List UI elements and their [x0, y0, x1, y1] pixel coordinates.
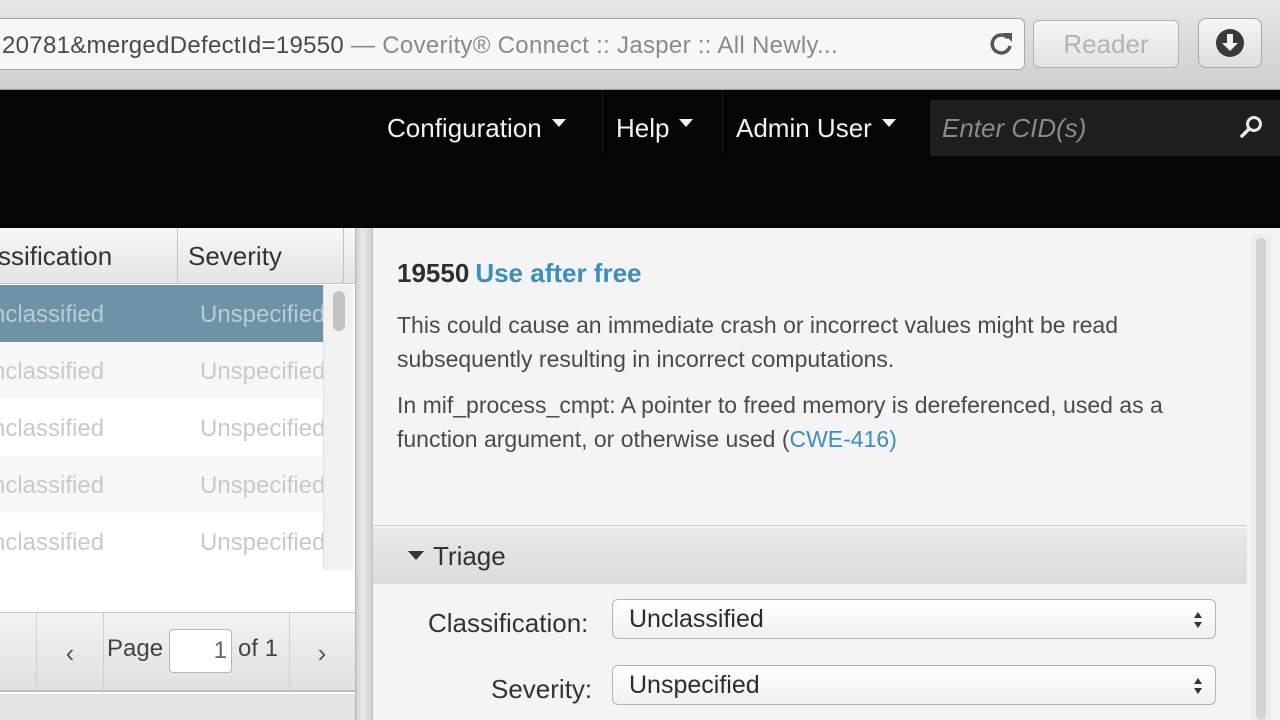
select-arrows-icon [1194, 678, 1202, 694]
cid-search-box [930, 100, 1280, 156]
url-text: 20781&mergedDefectId=19550 [2, 32, 345, 59]
defect-type-link[interactable]: Use after free [475, 258, 641, 288]
table-row[interactable]: nclassified Unspecified [0, 456, 323, 513]
reader-button[interactable]: Reader [1033, 20, 1179, 68]
cid-search-input[interactable] [942, 108, 1232, 148]
severity-select[interactable]: Unspecified [612, 665, 1216, 705]
pagination-bar: ‹ Page of 1 › [0, 612, 355, 693]
nav-admin-user-menu[interactable]: Admin User [736, 108, 896, 148]
page-label: Page [107, 635, 164, 662]
download-icon [1216, 29, 1244, 57]
browser-toolbar: 20781&mergedDefectId=19550 — Coverity® C… [0, 0, 1280, 90]
column-header-filler [343, 228, 355, 284]
list-scrollbar[interactable] [323, 285, 353, 570]
triage-section-header[interactable]: Triage [373, 528, 1247, 584]
column-header-classification[interactable]: ssification [0, 228, 177, 284]
cell-severity: Unspecified [200, 472, 323, 499]
downloads-button[interactable] [1198, 18, 1262, 68]
next-page-button[interactable]: › [290, 613, 354, 693]
caret-down-icon [881, 119, 896, 128]
cell-classification: nclassified [0, 472, 105, 499]
previous-page-button[interactable]: ‹ [37, 613, 103, 693]
list-scrollbar-thumb[interactable] [333, 291, 345, 331]
triage-title: Triage [433, 541, 506, 571]
expand-triangle-icon [408, 551, 424, 560]
defect-event-description: In mif_process_cmpt: A pointer to freed … [397, 388, 1237, 456]
section-divider [373, 525, 1247, 526]
page-title-text: — Coverity® Connect :: Jasper :: All New… [344, 32, 838, 59]
defect-list-panel: ssification Severity nclassified Unspeci… [0, 228, 355, 720]
nav-admin-user-label: Admin User [736, 113, 872, 143]
table-row[interactable]: nclassified Unspecified [0, 399, 323, 456]
select-arrows-icon [1194, 612, 1202, 628]
nav-divider [722, 90, 723, 154]
cell-severity: Unspecified [200, 529, 323, 556]
search-icon[interactable] [1238, 114, 1266, 142]
page-count: of 1 [238, 635, 279, 662]
nav-configuration-menu[interactable]: Configuration [387, 108, 566, 148]
panel-splitter[interactable] [355, 228, 373, 720]
severity-value: Unspecified [629, 671, 760, 699]
defect-cid: 19550 [397, 258, 470, 288]
address-bar[interactable]: 20781&mergedDefectId=19550 — Coverity® C… [0, 18, 1025, 70]
cwe-link[interactable]: CWE-416 [789, 426, 889, 452]
column-header-severity[interactable]: Severity [177, 228, 343, 284]
reload-icon[interactable] [986, 29, 1016, 59]
defect-list: nclassified Unspecified nclassified Unsp… [0, 285, 323, 570]
column-header-label: ssification [0, 241, 113, 271]
defect-heading: 19550 Use after free [397, 258, 642, 289]
nav-help-label: Help [616, 113, 670, 143]
event-text: In mif_process_cmpt: A pointer to freed … [397, 392, 1163, 452]
caret-down-icon [551, 119, 566, 128]
cell-classification: nclassified [0, 358, 105, 385]
cell-severity: Unspecified [200, 415, 323, 442]
cell-classification: nclassified [0, 301, 105, 328]
cwe-link-suffix: ) [889, 426, 897, 452]
app-navbar: Configuration Help Admin User [0, 90, 1280, 228]
defect-description: This could cause an immediate crash or i… [397, 312, 1119, 372]
nav-configuration-label: Configuration [387, 113, 542, 143]
classification-value: Unclassified [629, 605, 764, 633]
caret-down-icon [679, 119, 694, 128]
severity-label: Severity: [491, 674, 593, 704]
cell-classification: nclassified [0, 415, 105, 442]
pager-divider [103, 613, 104, 693]
table-row[interactable]: nclassified Unspecified [0, 342, 323, 399]
cell-classification: nclassified [0, 529, 105, 556]
address-text: 20781&mergedDefectId=19550 — Coverity® C… [2, 32, 838, 60]
classification-select[interactable]: Unclassified [612, 599, 1216, 639]
detail-scrollbar[interactable] [1251, 234, 1271, 720]
list-footer [0, 694, 355, 720]
detail-scrollbar-thumb[interactable] [1256, 238, 1266, 720]
cell-severity: Unspecified [200, 358, 323, 385]
page-number-input[interactable] [169, 629, 232, 673]
column-header-label: Severity [188, 241, 282, 271]
table-row[interactable]: nclassified Unspecified [0, 513, 323, 570]
table-row-selected[interactable]: nclassified Unspecified [0, 285, 323, 342]
nav-help-menu[interactable]: Help [616, 108, 694, 148]
defect-detail-panel: 19550 Use after free This could cause an … [373, 228, 1280, 720]
cell-severity: Unspecified [200, 301, 323, 328]
nav-divider [602, 90, 603, 154]
classification-label: Classification: [428, 608, 589, 638]
